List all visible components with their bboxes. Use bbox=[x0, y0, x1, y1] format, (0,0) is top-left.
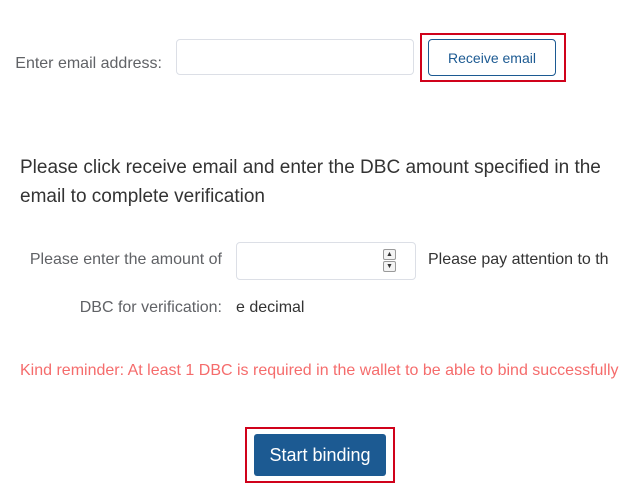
amount-label: Please enter the amount of DBC for verif… bbox=[29, 251, 222, 316]
decimal-note-part1: Please pay attention to th bbox=[428, 251, 609, 268]
increment-arrow-icon[interactable]: ▲ bbox=[383, 249, 396, 260]
decrement-arrow-icon[interactable]: ▼ bbox=[383, 261, 396, 272]
email-label: Enter email address: bbox=[15, 55, 162, 72]
receive-email-button[interactable]: Receive email bbox=[428, 39, 556, 76]
decimal-note-part2: e decimal bbox=[236, 299, 305, 316]
kind-reminder: Kind reminder: At least 1 DBC is require… bbox=[20, 362, 619, 379]
instruction-text: Please click receive email and enter the… bbox=[20, 157, 601, 207]
email-input[interactable] bbox=[176, 39, 414, 75]
start-binding-button[interactable]: Start binding bbox=[254, 434, 386, 476]
